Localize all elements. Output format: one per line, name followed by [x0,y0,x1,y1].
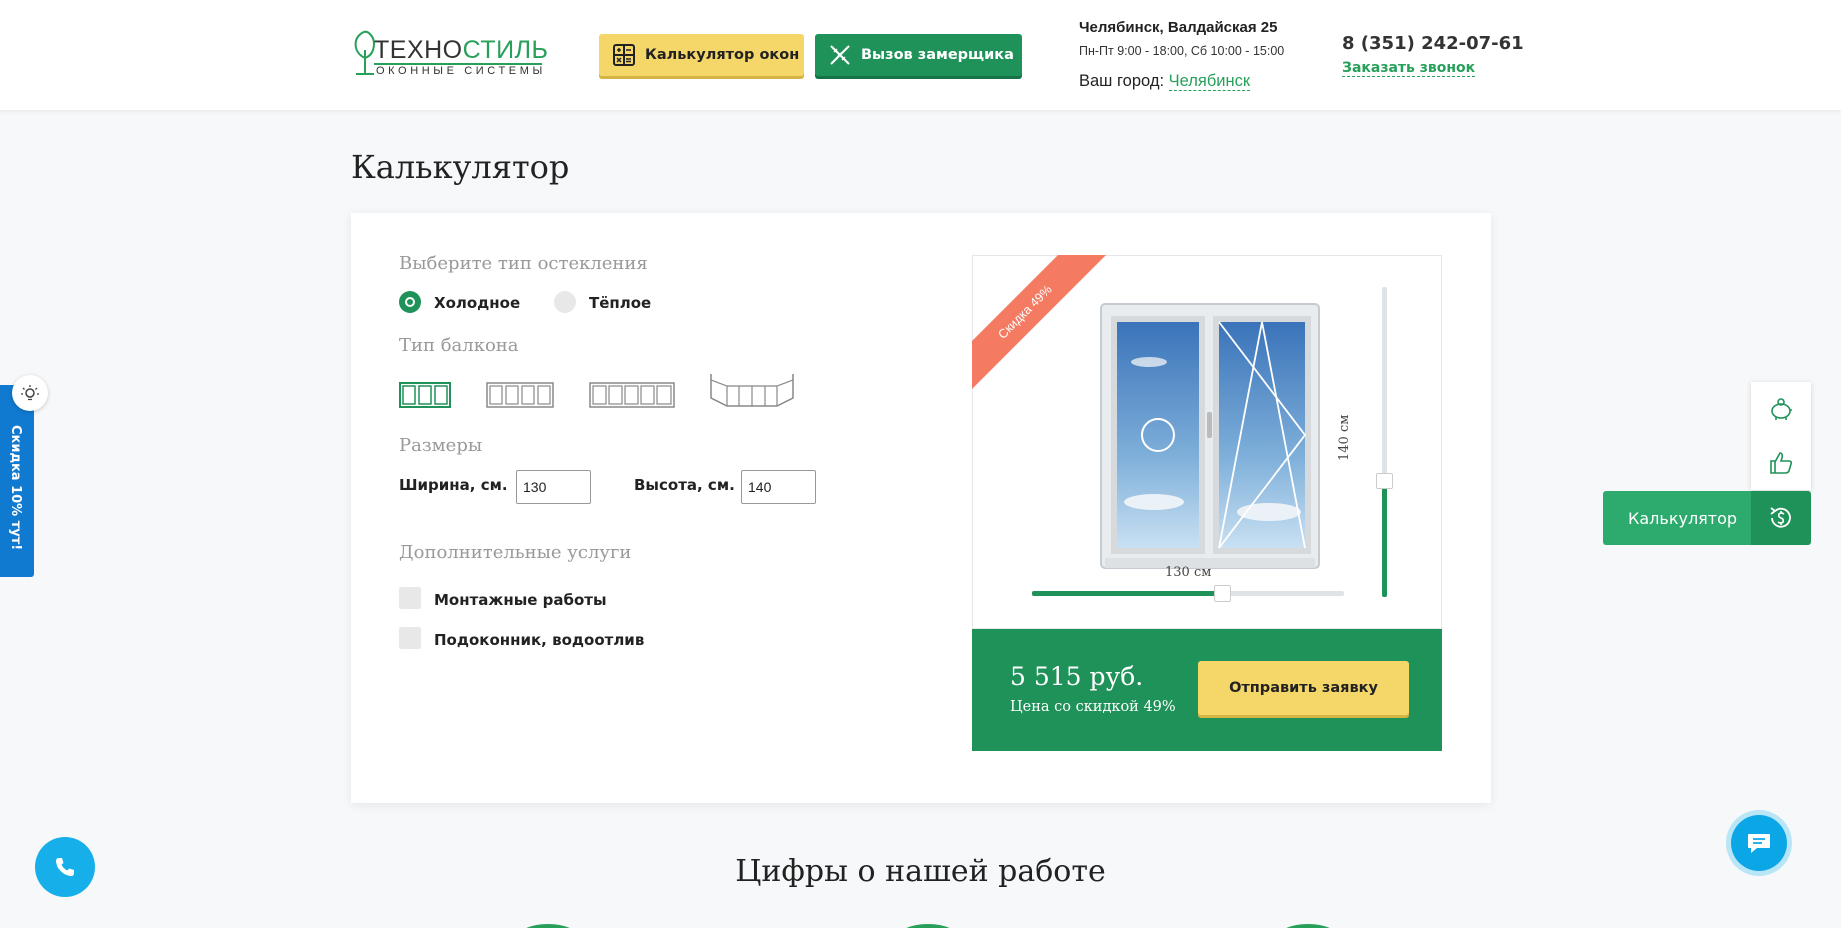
width-slider-fill [1032,591,1222,596]
phone-number[interactable]: 8 (351) 242-07-61 [1342,33,1524,54]
city-prefix: Ваш город: [1079,72,1169,90]
installation-label: Монтажные работы [434,591,607,609]
logo[interactable]: ТЕХНОСТИЛЬ ОКОННЫЕ СИСТЕМЫ [352,28,548,80]
discount-ribbon-band: Скидка 49% [972,255,1112,395]
city-selector: Ваш город: Челябинск [1079,72,1251,91]
height-slider-fill [1382,481,1387,597]
width-slider-handle[interactable] [1214,585,1231,602]
working-hours: Пн-Пт 9:00 - 18:00, Сб 10:00 - 15:00 [1079,44,1285,58]
discount-side-tab-label: Скидка 10% тут! [8,425,23,551]
glazing-warm-label: Тёплое [589,294,652,312]
glazing-cold-radio[interactable] [399,291,421,313]
price-value: 5 515 руб. [1010,662,1144,691]
order-callback-link[interactable]: Заказать звонок [1342,60,1476,77]
stat-circle-decoration [1276,924,1340,928]
height-dimension-label: 140 см [1337,414,1352,461]
thumbs-up-icon[interactable] [1751,436,1811,490]
balcony-angled-option[interactable] [709,372,795,408]
city-link[interactable]: Челябинск [1168,72,1251,91]
glazing-warm-radio[interactable] [554,291,576,313]
phone-icon [56,858,74,876]
send-request-button[interactable]: Отправить заявку [1198,661,1409,715]
chat-bubble-icon [1748,834,1770,853]
window-image [1100,303,1320,569]
page-title: Калькулятор [351,148,570,186]
send-request-label: Отправить заявку [1229,680,1378,696]
stat-circle-decoration [516,924,580,928]
piggy-bank-icon[interactable] [1751,382,1811,436]
chat-fab-button[interactable] [1731,815,1787,871]
extras-label: Дополнительные услуги [399,542,632,563]
calculator-icon [613,44,635,66]
lightbulb-icon[interactable] [12,375,48,411]
money-refresh-icon[interactable] [1751,491,1811,545]
ruler-pencil-icon [830,45,850,65]
sizes-label: Размеры [399,435,483,456]
sill-label: Подоконник, водоотлив [434,631,645,649]
balcony-type-label: Тип балкона [399,335,519,356]
calculator-side-label: Калькулятор [1628,508,1738,528]
glazing-cold-label: Холодное [434,294,521,312]
sill-checkbox[interactable] [399,627,421,649]
window-calculator-label: Калькулятор окон [645,47,800,63]
height-input[interactable] [741,470,816,504]
logo-tagline: ОКОННЫЕ СИСТЕМЫ [376,65,546,77]
price-note: Цена со скидкой 49% [1010,699,1176,715]
stat-circle-decoration [896,924,960,928]
logo-wordmark: ТЕХНОСТИЛЬ [374,36,549,64]
call-measurer-button[interactable]: Вызов замерщика [815,34,1022,76]
calculator-side-button[interactable]: Калькулятор [1603,491,1752,545]
stats-section-title: Цифры о нашей работе [735,854,1106,889]
width-label: Ширина, см. [399,476,508,494]
balcony-5-sash-option[interactable] [589,382,675,408]
height-slider-handle[interactable] [1376,473,1393,489]
width-dimension-label: 130 см [1165,565,1212,580]
width-input[interactable] [516,470,591,504]
balcony-3-sash-option[interactable] [399,382,451,408]
balcony-4-sash-option[interactable] [486,382,554,408]
discount-ribbon-text: Скидка 49% [995,282,1055,342]
call-fab-button[interactable] [35,837,95,897]
office-address: Челябинск, Валдайская 25 [1079,19,1278,36]
window-calculator-button[interactable]: Калькулятор окон [599,34,804,76]
height-label: Высота, см. [634,476,735,494]
glazing-type-label: Выберите тип остекления [399,253,648,274]
discount-side-tab[interactable]: Скидка 10% тут! [0,385,34,577]
site-header: ТЕХНОСТИЛЬ ОКОННЫЕ СИСТЕМЫ Калькулятор о… [0,0,1841,110]
call-measurer-label: Вызов замерщика [861,47,1014,63]
installation-checkbox[interactable] [399,587,421,609]
discount-ribbon: Скидка 49% [972,255,1112,395]
